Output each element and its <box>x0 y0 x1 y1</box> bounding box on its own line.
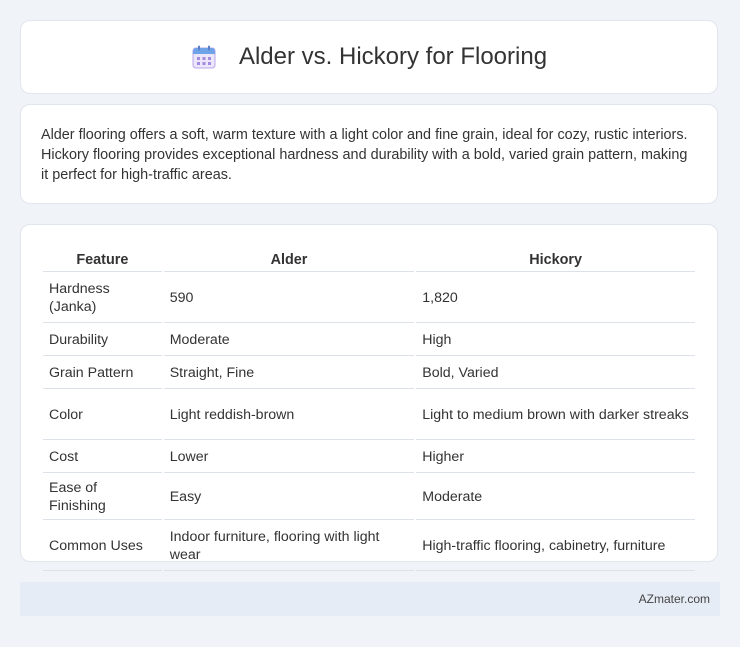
comparison-table-card: Feature Alder Hickory Hardness (Janka) 5… <box>20 224 718 571</box>
alder-cell: Straight, Fine <box>163 358 415 389</box>
table-header-row: Feature Alder Hickory <box>43 247 695 272</box>
table-row: Cost Lower Higher <box>43 442 695 473</box>
table-row: Common Uses Indoor furniture, flooring w… <box>43 522 695 571</box>
column-header-alder: Alder <box>163 247 415 272</box>
table-row: Color Light reddish-brown Light to mediu… <box>43 391 695 440</box>
hickory-cell: Higher <box>416 442 695 473</box>
comparison-table: Feature Alder Hickory Hardness (Janka) 5… <box>41 245 697 573</box>
description-text: Alder flooring offers a soft, warm textu… <box>41 127 688 183</box>
alder-cell: Light reddish-brown <box>163 391 415 440</box>
feature-cell: Hardness (Janka) <box>43 274 162 323</box>
alder-cell: Indoor furniture, flooring with light we… <box>163 522 415 571</box>
feature-cell: Color <box>43 391 162 440</box>
calendar-icon <box>191 44 217 70</box>
alder-cell: Moderate <box>163 325 415 356</box>
column-header-hickory: Hickory <box>416 247 695 272</box>
hickory-cell: Bold, Varied <box>416 358 695 389</box>
column-header-feature: Feature <box>43 247 162 272</box>
hickory-cell: Moderate <box>416 475 695 520</box>
description-card: Alder flooring offers a soft, warm textu… <box>20 104 718 204</box>
feature-cell: Grain Pattern <box>43 358 162 389</box>
table-row: Hardness (Janka) 590 1,820 <box>43 274 695 323</box>
feature-cell: Common Uses <box>43 522 162 571</box>
footer-bar: AZmater.com <box>20 582 720 616</box>
hickory-cell: High <box>416 325 695 356</box>
page-title: Alder vs. Hickory for Flooring <box>238 43 548 70</box>
feature-cell: Ease of Finishing <box>43 475 162 520</box>
hickory-cell: Light to medium brown with darker streak… <box>416 391 695 440</box>
alder-cell: Easy <box>163 475 415 520</box>
feature-cell: Durability <box>43 325 162 356</box>
title-card: Alder vs. Hickory for Flooring <box>20 20 718 94</box>
feature-cell: Cost <box>43 442 162 473</box>
hickory-cell: High-traffic flooring, cabinetry, furnit… <box>416 522 695 571</box>
alder-cell: Lower <box>163 442 415 473</box>
alder-cell: 590 <box>163 274 415 323</box>
table-row: Ease of Finishing Easy Moderate <box>43 475 695 520</box>
table-row: Grain Pattern Straight, Fine Bold, Varie… <box>43 358 695 389</box>
footer-site-link[interactable]: AZmater.com <box>639 592 710 606</box>
hickory-cell: 1,820 <box>416 274 695 323</box>
table-row: Durability Moderate High <box>43 325 695 356</box>
